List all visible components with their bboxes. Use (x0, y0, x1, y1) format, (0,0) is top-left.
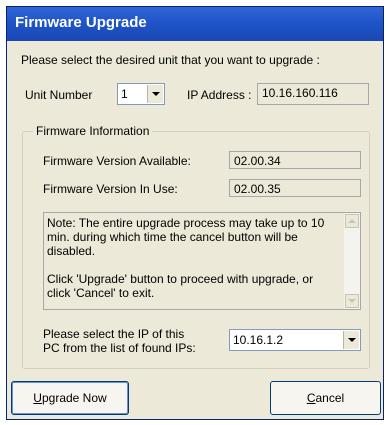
ip-select-label-line2: PC from the list of found IPs: (43, 341, 196, 355)
upgrade-now-button[interactable]: Upgrade Now (11, 381, 129, 415)
firmware-available-label: Firmware Version Available: (43, 154, 191, 168)
upgrade-note-textbox[interactable]: Note: The entire upgrade process may tak… (43, 212, 361, 310)
firmware-in-use-label: Firmware Version In Use: (43, 182, 178, 196)
ip-address-value: 10.16.160.116 (262, 86, 338, 100)
ip-select-label-line1: Please select the IP of this (43, 327, 185, 341)
firmware-in-use-field: 02.00.35 (229, 179, 361, 197)
firmware-available-field: 02.00.34 (229, 151, 361, 169)
upgrade-note-text: Note: The entire upgrade process may tak… (47, 216, 325, 300)
unit-number-select[interactable]: 1 (117, 83, 165, 105)
upgrade-mnemonic: U (33, 391, 42, 405)
firmware-information-title: Firmware Information (33, 124, 153, 138)
unit-number-label: Unit Number (25, 88, 93, 102)
chevron-down-icon[interactable] (343, 331, 359, 349)
ip-address-label: IP Address : (187, 88, 252, 102)
firmware-available-value: 02.00.34 (234, 154, 281, 168)
pc-ip-select[interactable]: 10.16.1.2 (229, 329, 361, 351)
pc-ip-value: 10.16.1.2 (233, 333, 284, 347)
ip-select-label: Please select the IP of this PC from the … (43, 327, 196, 355)
cancel-label: ancel (315, 391, 345, 405)
ip-address-field: 10.16.160.116 (257, 83, 369, 105)
window-title: Firmware Upgrade (15, 14, 147, 31)
firmware-in-use-value: 02.00.35 (234, 182, 281, 196)
scroll-down-arrow-icon[interactable] (345, 294, 359, 308)
firmware-information-group: Firmware Information Firmware Version Av… (22, 124, 370, 369)
unit-select-prompt: Please select the desired unit that you … (21, 53, 320, 67)
scroll-up-arrow-icon[interactable] (345, 214, 359, 228)
chevron-down-icon[interactable] (147, 85, 163, 103)
firmware-upgrade-dialog: Firmware Upgrade Please select the desir… (6, 6, 384, 420)
cancel-button[interactable]: Cancel (270, 381, 381, 415)
title-bar[interactable]: Firmware Upgrade (7, 7, 383, 41)
cancel-mnemonic: C (306, 391, 316, 405)
note-scrollbar[interactable] (344, 213, 360, 309)
unit-number-value: 1 (121, 87, 128, 101)
upgrade-label: pgrade Now (41, 391, 107, 405)
